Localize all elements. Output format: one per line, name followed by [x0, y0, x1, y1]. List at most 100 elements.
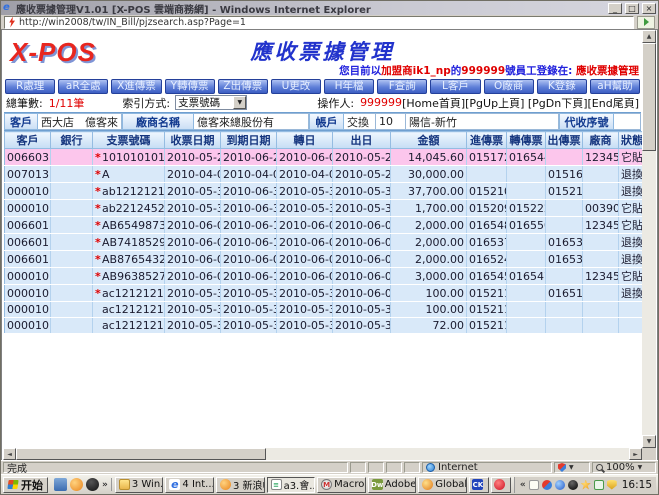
taskbar-task-button[interactable]: Dw Adobe ... [368, 477, 417, 493]
table-row[interactable]: 000010 *ac12121212 2010-05-30 2010-05-31… [5, 285, 643, 302]
scroll-up-icon[interactable]: ▲ [642, 30, 656, 43]
taskbar-task-button[interactable]: ≡ a3.會... [267, 477, 316, 493]
taskbar-task-button[interactable]: Global... [418, 477, 467, 493]
cell-out-date: 2010-06-01 [333, 285, 391, 302]
zoom-level: 100% [606, 462, 635, 473]
cell-status: 它貼 [619, 217, 643, 234]
taskbar-task-button[interactable]: 3 Win... ▼ [115, 477, 164, 493]
qq-icon[interactable] [568, 480, 578, 490]
security-zone-pane: Internet [422, 462, 552, 473]
toolbar-button[interactable]: H年檔 [324, 79, 374, 94]
chevron-down-icon: ▼ [638, 464, 643, 471]
ck-icon: CK [472, 479, 483, 490]
cell-check-no: *ab22124521 [93, 200, 165, 217]
cell-out-voucher [546, 149, 583, 166]
horizontal-scroll-thumb[interactable] [16, 448, 266, 460]
toolbar-button[interactable]: X進傳票 [111, 79, 161, 94]
cell-transfer-date: 2010-05-30 [277, 285, 333, 302]
zoom-pane[interactable]: 100% ▼ [592, 462, 656, 473]
table-row[interactable]: 000010 *AB96385274 2010-06-04 2010-06-12… [5, 268, 643, 285]
go-button[interactable] [637, 16, 655, 29]
cell-check-no: *1010101010 [93, 149, 165, 166]
toolbar-button[interactable]: O廠商 [484, 79, 534, 94]
horizontal-scrollbar[interactable]: ◄ ► [3, 448, 642, 460]
scroll-right-icon[interactable]: ► [629, 448, 642, 460]
index-mode-select[interactable]: 支票號碼 ▼ [175, 95, 247, 110]
uc-icon[interactable] [70, 478, 83, 491]
toolbar-button[interactable]: U更改 [271, 79, 321, 94]
vertical-scrollbar[interactable]: ▲ ▼ [642, 30, 656, 448]
cell-bank [51, 251, 93, 268]
table-row[interactable]: 000010 *ab12121212 2010-05-30 2010-06-30… [5, 183, 643, 200]
cell-out-voucher [546, 217, 583, 234]
start-button[interactable]: 开始 [3, 477, 48, 493]
zone-label: Internet [438, 462, 478, 473]
col-due-date: 到期日期 [221, 132, 277, 149]
col-in-voucher: 進傳票 [467, 132, 507, 149]
maximize-button[interactable]: □ [625, 3, 639, 14]
table-row[interactable]: 006601 *AB87654321 2010-06-01 2010-06-01… [5, 251, 643, 268]
cell-vendor [583, 234, 619, 251]
table-row[interactable]: 006601 *AB74185296 2010-06-04 2010-06-15… [5, 234, 643, 251]
window-icon[interactable] [54, 478, 67, 491]
vendor-name-field[interactable]: 億客來總股份有 [194, 113, 309, 130]
notepad-icon[interactable] [529, 480, 539, 490]
address-input[interactable]: http://win2008/tw/IN_Bill/pjzsearch.asp?… [4, 16, 634, 29]
overflow-chevron-icon[interactable]: » [102, 480, 108, 490]
customer-field[interactable]: 西大店 億客來 [38, 113, 122, 130]
scroll-down-icon[interactable]: ▼ [642, 435, 656, 448]
toolbar: R處理aR全處X進傳票 Y轉傳票Z出傳票U更改H年檔F查詢L客戶 O廠商K登錄aH幫… [3, 79, 642, 94]
table-row[interactable]: 006603 *1010101010 2010-05-21 2010-06-21… [5, 149, 643, 166]
flag-asterisk: * [95, 151, 102, 164]
taskbar-task-button[interactable]: M Macrom... [317, 477, 366, 493]
sync-icon[interactable] [542, 480, 552, 490]
collect-serial-field[interactable] [614, 113, 641, 130]
taskbar-task-button[interactable] [491, 477, 511, 493]
flag-asterisk: * [95, 287, 102, 300]
toolbar-button[interactable]: Z出傳票 [218, 79, 268, 94]
cell-transfer-date: 2010-05-30 [277, 302, 333, 318]
messenger-icon[interactable] [555, 480, 565, 490]
favorites-icon[interactable] [581, 480, 591, 490]
status-pane [404, 462, 420, 473]
toolbar-button[interactable]: K登錄 [537, 79, 587, 94]
collect-serial-label: 代收序號 [559, 113, 614, 130]
table-row[interactable]: 006601 *AB65498732 2010-06-04 2010-06-12… [5, 217, 643, 234]
toolbar-button[interactable]: aH幫助 [590, 79, 640, 94]
taskbar: 开始 » 3 Win... ▼ e 4 Int... ▼ 3 新浪UC ▼ ≡ … [1, 474, 658, 494]
close-button[interactable]: × [642, 3, 656, 14]
toolbar-button[interactable]: Y轉傳票 [165, 79, 215, 94]
shield-icon[interactable] [607, 480, 617, 490]
table-row[interactable]: 000010 ac12121213 2010-05-30 2010-05-31 … [5, 302, 643, 318]
protected-mode-pane[interactable]: ▼ [554, 462, 590, 473]
cell-due-date: 2010-06-15 [221, 234, 277, 251]
calendar-icon[interactable] [594, 480, 604, 490]
cell-in-voucher: 016537 [467, 234, 507, 251]
filter-row: 客戶 西大店 億客來 廠商名稱 億客來總股份有 帳戶 交換 10 陽信-新竹 代… [4, 112, 641, 131]
cell-due-date: 2010-06-01 [221, 251, 277, 268]
cell-status: 它貼 [619, 149, 643, 166]
cell-in-voucher: 016548 [467, 217, 507, 234]
account-no-field[interactable]: 10 [376, 113, 406, 130]
vertical-scroll-thumb[interactable] [642, 43, 656, 151]
cell-due-date: 2010-06-12 [221, 268, 277, 285]
scroll-left-icon[interactable]: ◄ [3, 448, 16, 460]
taskbar-task-button[interactable]: CK [469, 477, 489, 493]
toolbar-button[interactable]: aR全處 [58, 79, 108, 94]
account-bank-field[interactable]: 陽信-新竹 [406, 113, 559, 130]
flag-asterisk: * [95, 236, 102, 249]
table-row[interactable]: 007013 *A 2010-04-01 2010-04-01 2010-04-… [5, 166, 643, 183]
table-row[interactable]: 000010 *ab22124521 2010-05-30 2010-06-30… [5, 200, 643, 217]
table-row[interactable]: 000010 ac12121213 2010-05-30 2010-05-31 … [5, 318, 643, 334]
minimize-button[interactable]: _ [608, 3, 622, 14]
cell-vendor [583, 318, 619, 334]
toolbar-button[interactable]: F查詢 [377, 79, 427, 94]
chevron-down-icon[interactable]: ▼ [233, 96, 246, 109]
account-type-field[interactable]: 交換 [344, 113, 376, 130]
toolbar-button[interactable]: R處理 [5, 79, 55, 94]
taskbar-task-button[interactable]: e 4 Int... ▼ [165, 477, 214, 493]
taskbar-task-button[interactable]: 3 新浪UC ▼ [216, 477, 265, 493]
tray-collapse-icon[interactable]: « [520, 480, 526, 490]
toolbar-button[interactable]: L客戶 [430, 79, 480, 94]
qq-icon[interactable] [86, 478, 99, 491]
